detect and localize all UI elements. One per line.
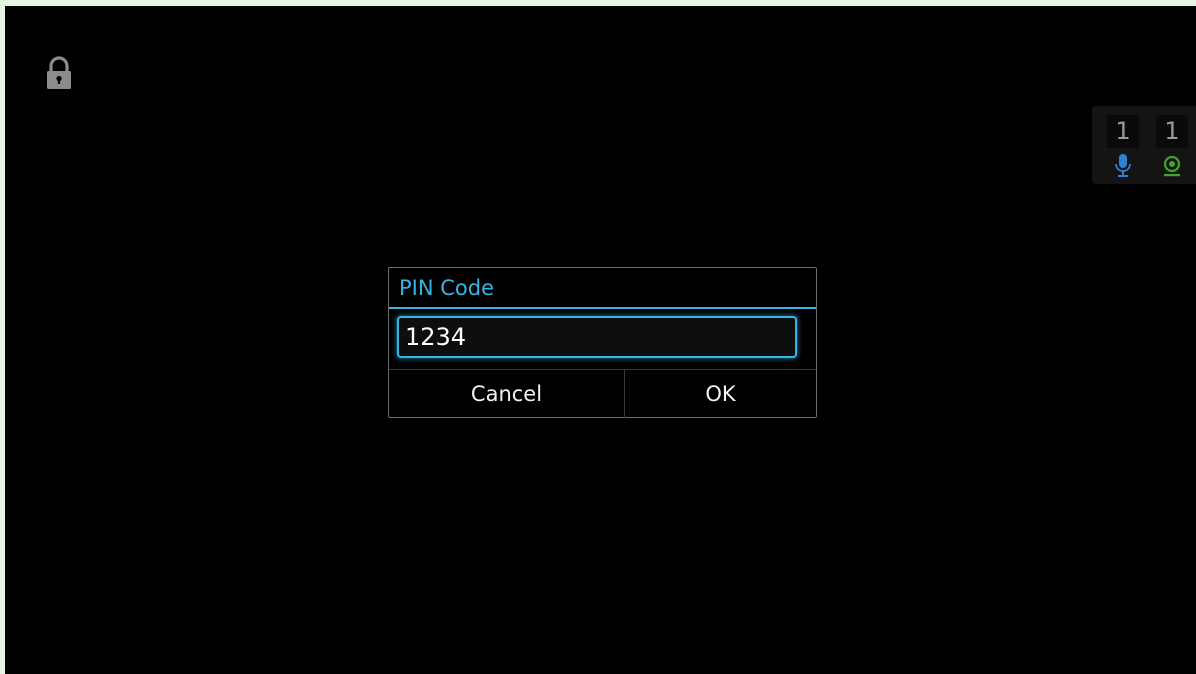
participant-counter-panel: 1 1 bbox=[1092, 106, 1196, 184]
cancel-button[interactable]: Cancel bbox=[389, 370, 625, 418]
mic-count: 1 bbox=[1107, 115, 1139, 148]
ok-button[interactable]: OK bbox=[625, 370, 816, 418]
camera-count: 1 bbox=[1156, 115, 1188, 148]
pin-code-input[interactable] bbox=[397, 316, 797, 358]
lock-icon bbox=[47, 56, 71, 89]
dialog-button-bar: Cancel OK bbox=[389, 369, 816, 418]
microphone-icon bbox=[1115, 154, 1131, 177]
pin-code-dialog: PIN Code Cancel OK bbox=[388, 267, 817, 418]
webcam-icon bbox=[1163, 155, 1181, 177]
dialog-title: PIN Code bbox=[399, 276, 495, 300]
screen: 1 1 PIN Code Cancel OK bbox=[5, 6, 1196, 674]
title-divider bbox=[389, 307, 816, 309]
